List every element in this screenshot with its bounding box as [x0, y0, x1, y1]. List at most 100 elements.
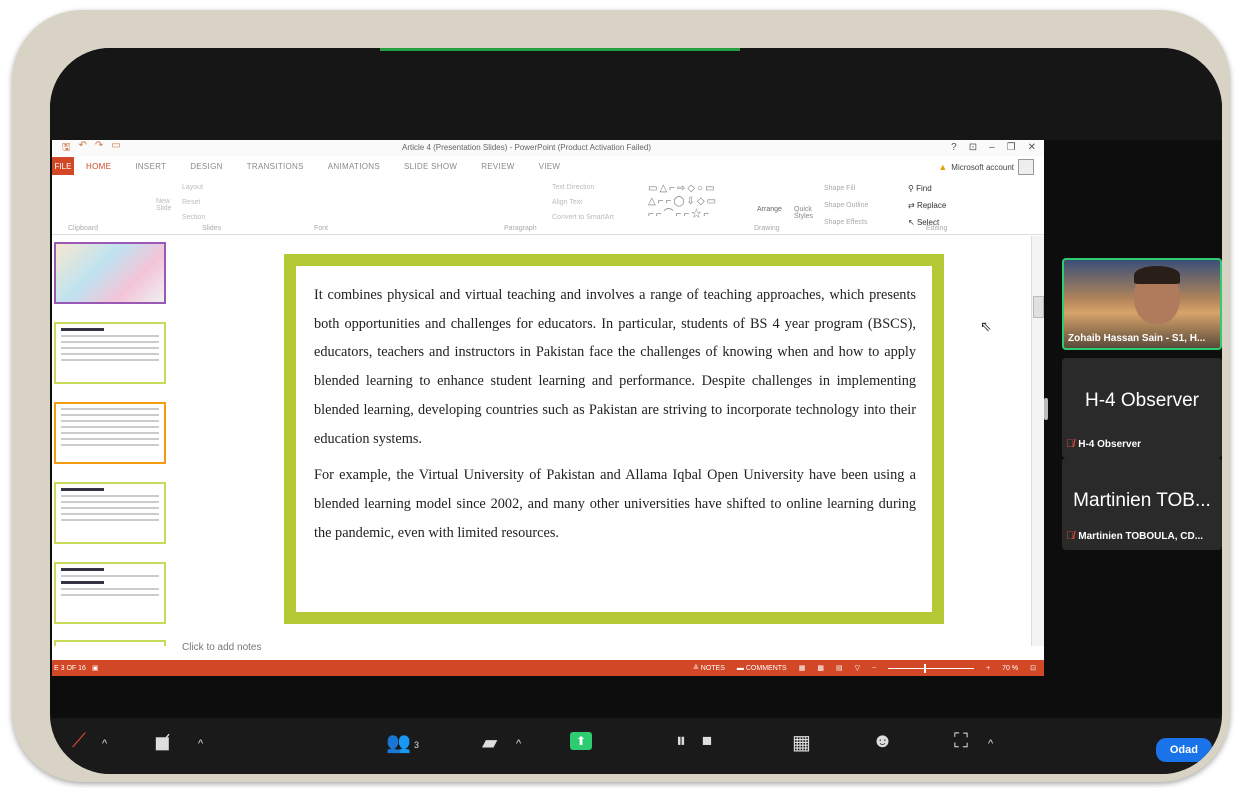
shapes-gallery[interactable]: ▭△⌐⇨◇○▭ △⌐⌐◯⇩◇▭ ⌐⌐⌒⌐⌐☆⌐: [648, 182, 758, 220]
zoom-in-button[interactable]: +: [986, 665, 990, 672]
slide-thumbnail-6[interactable]: [54, 640, 166, 646]
replace-icon: ⇄: [908, 201, 917, 210]
apps-grid-icon[interactable]: ▦: [792, 730, 811, 755]
share-screen-button[interactable]: ⬆: [570, 732, 592, 750]
save-icon[interactable]: 🖫: [62, 140, 71, 157]
participant-hair: [1134, 266, 1180, 284]
martinien-display-name: Martinien TOB...: [1073, 490, 1211, 511]
tab-insert[interactable]: INSERT: [123, 162, 178, 171]
reset-button[interactable]: Reset: [182, 195, 205, 210]
zoom-level[interactable]: 70 %: [1002, 665, 1018, 672]
scrollbar-thumb[interactable]: [1033, 296, 1044, 318]
observer-name: H-4 Observer: [1078, 438, 1142, 450]
comments-label: COMMENTS: [745, 664, 787, 672]
text-direction-button[interactable]: Text Direction: [552, 180, 614, 195]
zoom-slider[interactable]: [888, 663, 975, 673]
tab-transitions[interactable]: TRANSITIONS: [235, 162, 316, 171]
tab-review[interactable]: REVIEW: [469, 162, 526, 171]
more-options-icon[interactable]: ⛶: [954, 730, 968, 753]
restore-button[interactable]: ❐: [1007, 142, 1016, 153]
notes-pane[interactable]: Click to add notes: [182, 642, 262, 653]
device-frame: 🖫 ↶ ↷ ▭ Article 4 (Presentation Slides) …: [12, 10, 1230, 782]
layout-button[interactable]: Layout: [182, 180, 205, 195]
align-text-button[interactable]: Align Text: [552, 195, 614, 210]
chat-icon[interactable]: ▰: [482, 730, 497, 755]
undo-icon[interactable]: ↶: [79, 140, 87, 157]
audio-options-caret[interactable]: ^: [102, 738, 107, 750]
minimize-button[interactable]: –: [989, 142, 995, 153]
comments-button[interactable]: ▬ COMMENTS: [737, 665, 787, 672]
spellcheck-icon[interactable]: ▣: [92, 664, 99, 672]
shape-fill-button[interactable]: Shape Fill: [824, 180, 868, 197]
current-slide[interactable]: It combines physical and virtual teachin…: [284, 254, 944, 624]
slide-paragraph-2[interactable]: For example, the Virtual University of P…: [296, 461, 932, 547]
account-area[interactable]: ▲ Microsoft account: [938, 159, 1034, 175]
tab-home[interactable]: HOME: [74, 162, 123, 171]
group-font: Font: [314, 225, 329, 232]
comment-icon: ▬: [736, 664, 746, 672]
video-off-icon[interactable]: ◼̸: [154, 730, 171, 755]
ribbon-tabs: FILE HOME INSERT DESIGN TRANSITIONS ANIM…: [52, 156, 1044, 176]
find-button[interactable]: ⚲ Find: [908, 180, 946, 197]
slide-thumbnail-2[interactable]: [54, 322, 166, 384]
participant-tile-observer[interactable]: H-4 Observer 🎙̸ H-4 Observer: [1062, 358, 1222, 458]
martinien-label: 🎙̸ Martinien TOBOULA, CD...: [1066, 530, 1203, 542]
reactions-icon[interactable]: ☻: [872, 730, 893, 753]
shape-format-group: Shape Fill Shape Outline Shape Effects: [824, 180, 868, 231]
tab-slide-show[interactable]: SLIDE SHOW: [392, 162, 469, 171]
present-icon[interactable]: ▭: [111, 140, 120, 157]
slideshow-icon[interactable]: ▽: [855, 664, 860, 672]
reading-view-icon[interactable]: ▤: [836, 664, 843, 672]
slide-sorter-icon[interactable]: ▩: [817, 664, 824, 672]
slide-number: E 3 OF 16: [54, 664, 86, 672]
vertical-scrollbar[interactable]: [1031, 236, 1044, 646]
notes-label: NOTES: [700, 665, 725, 672]
slide-thumbnail-4[interactable]: [54, 482, 166, 544]
participants-icon[interactable]: 👥: [386, 730, 411, 755]
ribbon-display-button[interactable]: ⊡: [969, 142, 977, 153]
notes-icon: ≙: [692, 665, 701, 672]
observer-label: 🎙̸ H-4 Observer: [1066, 438, 1141, 450]
new-slide-button[interactable]: New Slide: [156, 198, 182, 212]
close-button[interactable]: ✕: [1028, 142, 1036, 153]
participant-name: Zohaib Hassan Sain - S1, H...: [1068, 333, 1206, 344]
oda-button[interactable]: Odad: [1155, 738, 1212, 762]
slide-paragraph-1[interactable]: It combines physical and virtual teachin…: [296, 266, 932, 453]
help-button[interactable]: ?: [951, 142, 957, 153]
account-label: Microsoft account: [951, 162, 1014, 172]
slide-thumbnail-3[interactable]: [54, 402, 166, 464]
tab-animations[interactable]: ANIMATIONS: [316, 162, 392, 171]
tab-view[interactable]: VIEW: [527, 162, 573, 171]
chat-options-caret[interactable]: ^: [516, 738, 521, 750]
pause-share-icon[interactable]: ⏸: [676, 730, 686, 753]
notes-button[interactable]: ≙ NOTES: [693, 664, 725, 672]
participant-video-tile[interactable]: Zohaib Hassan Sain - S1, H...: [1062, 258, 1222, 350]
more-options-caret[interactable]: ^: [988, 738, 993, 750]
shape-effects-button[interactable]: Shape Effects: [824, 214, 868, 231]
mic-off-icon[interactable]: ⟋: [72, 730, 86, 753]
quick-styles-button[interactable]: Quick Styles: [794, 206, 820, 220]
section-button[interactable]: Section: [182, 210, 205, 225]
replace-label: Replace: [916, 201, 947, 210]
arrange-button[interactable]: Arrange: [757, 206, 782, 213]
zoom-out-button[interactable]: −: [872, 665, 876, 672]
ppt-status-bar: E 3 OF 16 ▣ ≙ NOTES ▬ COMMENTS ▦ ▩ ▤ ▽ −…: [52, 660, 1044, 676]
convert-smartart-button[interactable]: Convert to SmartArt: [552, 210, 614, 225]
zoom-toolbar: ⟋ ^ ◼̸ ^ 👥 3 ▰ ^ ⬆ ⏸ ⏹ ▦ ☻ ⛶ ^ Odad: [50, 718, 1222, 774]
stop-share-icon[interactable]: ⏹: [702, 730, 712, 753]
panel-resize-handle[interactable]: [1044, 398, 1048, 420]
fit-slide-icon[interactable]: ⊡: [1030, 664, 1036, 672]
redo-icon[interactable]: ↷: [95, 140, 103, 157]
normal-view-icon[interactable]: ▦: [799, 664, 806, 672]
zoom-screen: 🖫 ↶ ↷ ▭ Article 4 (Presentation Slides) …: [50, 48, 1222, 774]
replace-button[interactable]: ⇄ Replace: [908, 197, 946, 214]
slide-thumbnail-5[interactable]: [54, 562, 166, 624]
tab-design[interactable]: DESIGN: [178, 162, 234, 171]
shape-outline-button[interactable]: Shape Outline: [824, 197, 868, 214]
participant-tile-martinien[interactable]: Martinien TOB... 🎙̸ Martinien TOBOULA, C…: [1062, 458, 1222, 550]
tab-file[interactable]: FILE: [52, 157, 74, 175]
status-right: ≙ NOTES ▬ COMMENTS ▦ ▩ ▤ ▽ − + 70 % ⊡: [693, 663, 1036, 673]
ribbon: Layout Reset Section New Slide Text Dire…: [52, 176, 1044, 235]
video-options-caret[interactable]: ^: [198, 738, 203, 750]
slide-thumbnail-1[interactable]: [54, 242, 166, 304]
